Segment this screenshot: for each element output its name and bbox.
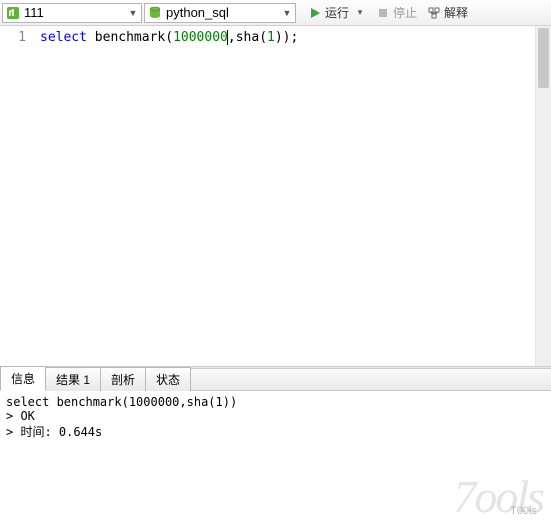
toolbar: 111 ▼ python_sql ▼ 运行 ▾ 停止 解释 [0,0,551,26]
scrollbar-thumb[interactable] [538,28,549,88]
code-area[interactable]: select benchmark(1000000,sha(1)); [34,26,551,366]
explain-button[interactable]: 解释 [423,2,472,24]
watermark-sub: T00ls [510,505,537,517]
output-line: > 时间: 0.644s [6,423,545,440]
output-line: select benchmark(1000000,sha(1)) [6,395,545,409]
result-tabs: 信息 结果 1 剖析 状态 [0,369,551,391]
explain-label: 解释 [444,4,468,21]
chevron-down-icon: ▼ [127,8,139,18]
stop-icon [376,6,390,20]
line-gutter: 1 [0,26,34,366]
database-dropdown[interactable]: python_sql ▼ [144,3,296,23]
line-number: 1 [0,30,26,45]
stop-label: 停止 [393,4,417,21]
connection-icon [5,5,21,21]
stop-button: 停止 [372,2,421,24]
code-number: 1000000 [173,30,228,45]
run-button[interactable]: 运行 ▾ [304,2,370,24]
tab-result[interactable]: 结果 1 [45,367,101,391]
database-icon [147,5,163,21]
output-line: > OK [6,409,545,423]
explain-icon [427,6,441,20]
code-keyword: select [40,30,87,45]
sql-editor[interactable]: 1 select benchmark(1000000,sha(1)); [0,26,551,366]
code-func: sha [236,30,259,45]
chevron-down-icon: ▼ [281,8,293,18]
connection-dropdown[interactable]: 111 ▼ [2,3,142,23]
run-label: 运行 [325,4,349,21]
connection-label: 111 [24,5,124,20]
tab-profile[interactable]: 剖析 [100,367,146,391]
tab-info[interactable]: 信息 [0,366,46,391]
watermark: 7ools [453,470,543,523]
play-icon [308,6,322,20]
chevron-down-icon: ▾ [354,7,366,18]
tab-status[interactable]: 状态 [145,367,191,391]
code-func: benchmark [95,30,165,45]
code-number: 1 [267,30,275,45]
output-pane: select benchmark(1000000,sha(1))> OK> 时间… [0,391,551,461]
editor-scrollbar[interactable] [535,26,551,366]
database-label: python_sql [166,5,278,20]
